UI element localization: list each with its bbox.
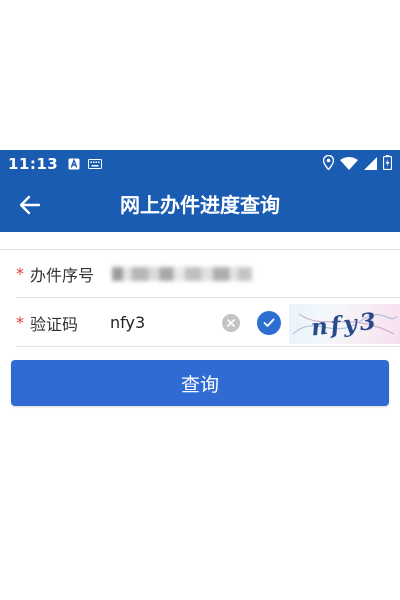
close-icon [227, 319, 235, 327]
query-button[interactable]: 查询 [11, 360, 389, 406]
clear-button[interactable] [222, 314, 240, 332]
signal-icon [364, 155, 377, 174]
serial-number-input[interactable] [112, 266, 252, 281]
battery-icon [382, 154, 393, 174]
location-icon [322, 154, 335, 174]
serial-label: 办件序号 [30, 265, 95, 285]
captcha-label: 验证码 [30, 314, 79, 334]
arrow-left-icon [19, 195, 41, 215]
confirm-button[interactable] [257, 311, 281, 335]
check-icon [263, 318, 275, 327]
status-right-icons [322, 154, 393, 174]
form-row-serial: * 办件序号 [16, 250, 400, 298]
text-a-icon [68, 158, 80, 170]
back-button[interactable] [14, 191, 46, 219]
keyboard-icon [88, 159, 103, 169]
app-bar: 网上办件进度查询 [0, 178, 400, 232]
required-mark: * [16, 313, 24, 332]
status-time: 11:13 [8, 155, 59, 173]
captcha-text: nfy3 [310, 308, 380, 342]
required-mark: * [16, 264, 24, 283]
page-title: 网上办件进度查询 [120, 193, 280, 217]
captcha-image[interactable]: nfy3 [289, 304, 400, 344]
status-bar: 11:13 [0, 150, 400, 178]
wifi-icon [340, 155, 358, 174]
form-row-captcha: * 验证码 nfy3 [16, 299, 400, 347]
captcha-input[interactable] [110, 313, 206, 332]
